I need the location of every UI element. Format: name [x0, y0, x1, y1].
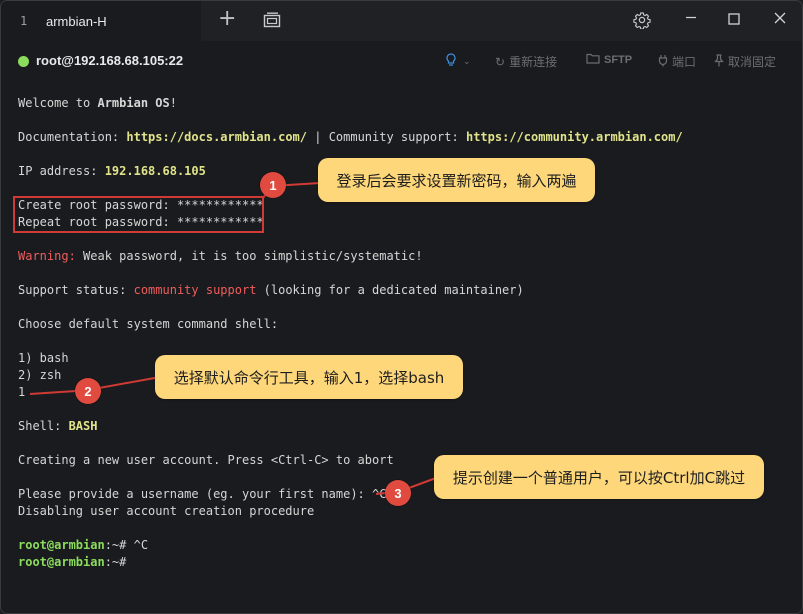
warning-text: Weak password, it is too simplistic/syst…	[75, 249, 423, 263]
community-label: Community support:	[328, 130, 466, 144]
terminal-output[interactable]: Welcome to Armbian OS! Documentation: ht…	[18, 95, 798, 569]
connection-status-dot	[18, 56, 29, 67]
title-bar: 1 armbian-H +	[1, 1, 802, 41]
session-toolbar: root@192.168.68.105:22 ⌄ ↻ 重新连接 SFTP 端口	[1, 41, 802, 81]
close-icon[interactable]	[772, 10, 788, 31]
welcome-line: Welcome to Armbian OS!	[18, 95, 177, 112]
welcome-prefix: Welcome to	[18, 96, 98, 110]
support-value: community support	[133, 283, 257, 297]
chevron-down-icon: ⌄	[463, 56, 471, 66]
folder-icon	[586, 53, 600, 67]
support-line: Support status: community support (looki…	[18, 282, 524, 299]
password-highlight-box	[13, 196, 264, 233]
creating-line: Creating a new user account. Press <Ctrl…	[18, 453, 394, 467]
disabling-line: Disabling user account creation procedur…	[18, 504, 315, 518]
annotation-callout-3: 提示创建一个普通用户，可以按Ctrl加C跳过	[434, 455, 764, 499]
annotation-callout-2: 选择默认命令行工具，输入1，选择bash	[155, 355, 463, 399]
option-bash-line: 1) bash	[18, 351, 69, 365]
warning-line: Warning: Weak password, it is too simpli…	[18, 248, 423, 265]
option-zsh-line: 2) zsh	[18, 368, 62, 382]
sftp-button[interactable]: SFTP	[586, 53, 632, 67]
separator: |	[307, 130, 329, 144]
host-address: root@192.168.68.105:22	[36, 53, 184, 68]
reconnect-label: 重新连接	[509, 55, 558, 69]
maximize-icon[interactable]	[727, 11, 741, 31]
unpin-button[interactable]: 取消固定	[714, 53, 776, 70]
port-button[interactable]: 端口	[658, 53, 696, 70]
plus-icon[interactable]: +	[218, 8, 236, 30]
prompt-path: :~#	[104, 555, 127, 569]
ip-value: 192.168.68.105	[104, 164, 206, 178]
welcome-suffix: !	[169, 96, 177, 110]
prompt-user: root@armbian	[18, 555, 105, 569]
shell-label: Shell:	[18, 419, 69, 433]
lightbulb-menu[interactable]: ⌄	[445, 53, 471, 70]
prompt-command: ^C	[133, 538, 149, 552]
tab-title: armbian-H	[46, 13, 107, 29]
lightbulb-icon	[445, 53, 457, 70]
annotation-badge-3: 3	[385, 480, 411, 506]
documentation-line: Documentation: https://docs.armbian.com/…	[18, 129, 683, 146]
ip-label: IP address:	[18, 164, 105, 178]
choose-shell-line: Choose default system command shell:	[18, 317, 279, 331]
window-tabs-icon[interactable]	[263, 12, 281, 33]
prompt-path: :~#	[104, 538, 134, 552]
shell-line: Shell: BASH	[18, 418, 97, 435]
unpin-label: 取消固定	[728, 55, 777, 69]
doc-label: Documentation:	[18, 130, 127, 144]
gear-icon[interactable]	[633, 11, 651, 34]
input-line: 1	[18, 385, 26, 399]
os-name: Armbian OS	[97, 96, 170, 110]
refresh-icon: ↻	[495, 54, 506, 69]
reconnect-button[interactable]: ↻ 重新连接	[495, 53, 557, 70]
terminal-window: 1 armbian-H + root@192.168.68.105:22 ⌄ ↻…	[0, 0, 803, 614]
annotation-badge-2: 2	[75, 378, 101, 404]
pin-icon	[714, 53, 724, 70]
support-label: Support status:	[18, 283, 134, 297]
prompt-user: root@armbian	[18, 538, 105, 552]
support-suffix: (looking for a dedicated maintainer)	[256, 283, 524, 297]
prompt-line-1: root@armbian:~# ^C	[18, 537, 148, 554]
tab-armbian[interactable]: 1 armbian-H	[1, 1, 201, 41]
doc-url[interactable]: https://docs.armbian.com/	[126, 130, 307, 144]
minimize-icon[interactable]	[684, 9, 698, 30]
annotation-badge-1: 1	[260, 172, 286, 198]
plug-icon	[658, 54, 668, 70]
ip-line: IP address: 192.168.68.105	[18, 163, 206, 180]
provide-line: Please provide a username (eg. your firs…	[18, 487, 387, 501]
port-label: 端口	[672, 55, 697, 69]
sftp-label: SFTP	[604, 54, 633, 66]
community-url[interactable]: https://community.armbian.com/	[466, 130, 683, 144]
shell-value: BASH	[68, 419, 98, 433]
prompt-line-2: root@armbian:~#	[18, 554, 126, 571]
warning-label: Warning:	[18, 249, 76, 263]
annotation-callout-1: 登录后会要求设置新密码，输入两遍	[318, 158, 595, 202]
tab-number: 1	[20, 14, 28, 28]
